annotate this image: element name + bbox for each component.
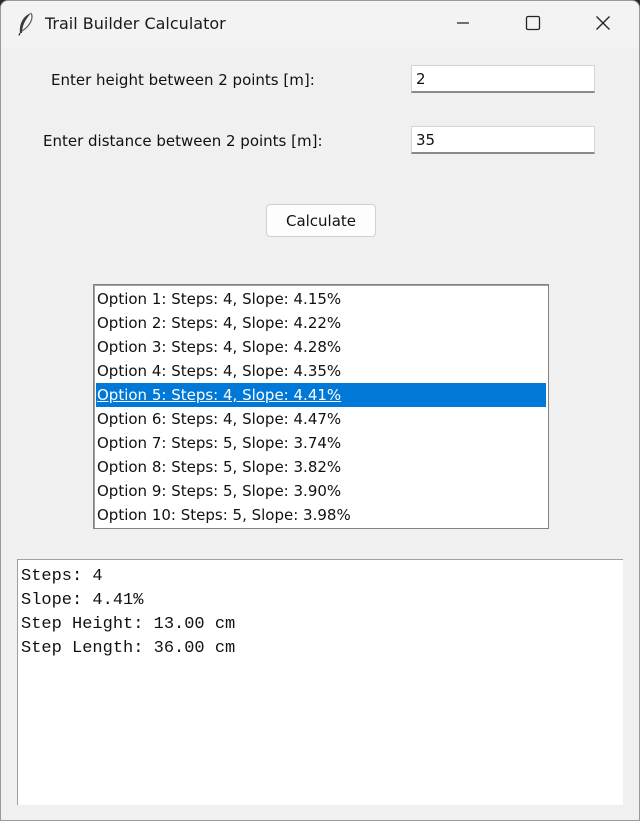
distance-input[interactable] bbox=[411, 126, 595, 154]
maximize-button[interactable] bbox=[499, 1, 567, 48]
options-listbox[interactable]: Option 1: Steps: 4, Slope: 4.15% Option … bbox=[93, 284, 549, 529]
result-text-area[interactable]: Steps: 4 Slope: 4.41% Step Height: 13.00… bbox=[17, 559, 623, 805]
list-item-selected[interactable]: Option 5: Steps: 4, Slope: 4.41% bbox=[96, 383, 546, 407]
list-item[interactable]: Option 6: Steps: 4, Slope: 4.47% bbox=[96, 407, 546, 431]
list-item[interactable]: Option 7: Steps: 5, Slope: 3.74% bbox=[96, 431, 546, 455]
minimize-icon bbox=[456, 15, 470, 34]
window-title: Trail Builder Calculator bbox=[45, 14, 226, 33]
title-bar[interactable]: Trail Builder Calculator bbox=[1, 1, 639, 48]
list-item[interactable]: Option 10: Steps: 5, Slope: 3.98% bbox=[96, 503, 546, 527]
result-line: Slope: 4.41% bbox=[21, 591, 144, 610]
calculate-button[interactable]: Calculate bbox=[266, 204, 376, 237]
close-button[interactable] bbox=[569, 1, 637, 48]
height-label: Enter height between 2 points [m]: bbox=[51, 71, 315, 89]
list-item[interactable]: Option 4: Steps: 4, Slope: 4.35% bbox=[96, 359, 546, 383]
distance-label: Enter distance between 2 points [m]: bbox=[43, 132, 323, 150]
result-line: Step Length: 36.00 cm bbox=[21, 639, 236, 658]
app-window: Trail Builder Calculator Enter height be… bbox=[0, 0, 640, 821]
close-icon bbox=[595, 15, 611, 35]
list-item[interactable]: Option 8: Steps: 5, Slope: 3.82% bbox=[96, 455, 546, 479]
maximize-icon bbox=[525, 15, 541, 35]
result-line: Step Height: 13.00 cm bbox=[21, 615, 236, 634]
list-item[interactable]: Option 1: Steps: 4, Slope: 4.15% bbox=[96, 287, 546, 311]
list-item[interactable]: Option 9: Steps: 5, Slope: 3.90% bbox=[96, 479, 546, 503]
list-item[interactable]: Option 2: Steps: 4, Slope: 4.22% bbox=[96, 311, 546, 335]
feather-icon bbox=[16, 12, 36, 36]
height-input[interactable] bbox=[411, 65, 595, 93]
list-item[interactable]: Option 3: Steps: 4, Slope: 4.28% bbox=[96, 335, 546, 359]
result-line: Steps: 4 bbox=[21, 567, 103, 586]
minimize-button[interactable] bbox=[429, 1, 497, 48]
